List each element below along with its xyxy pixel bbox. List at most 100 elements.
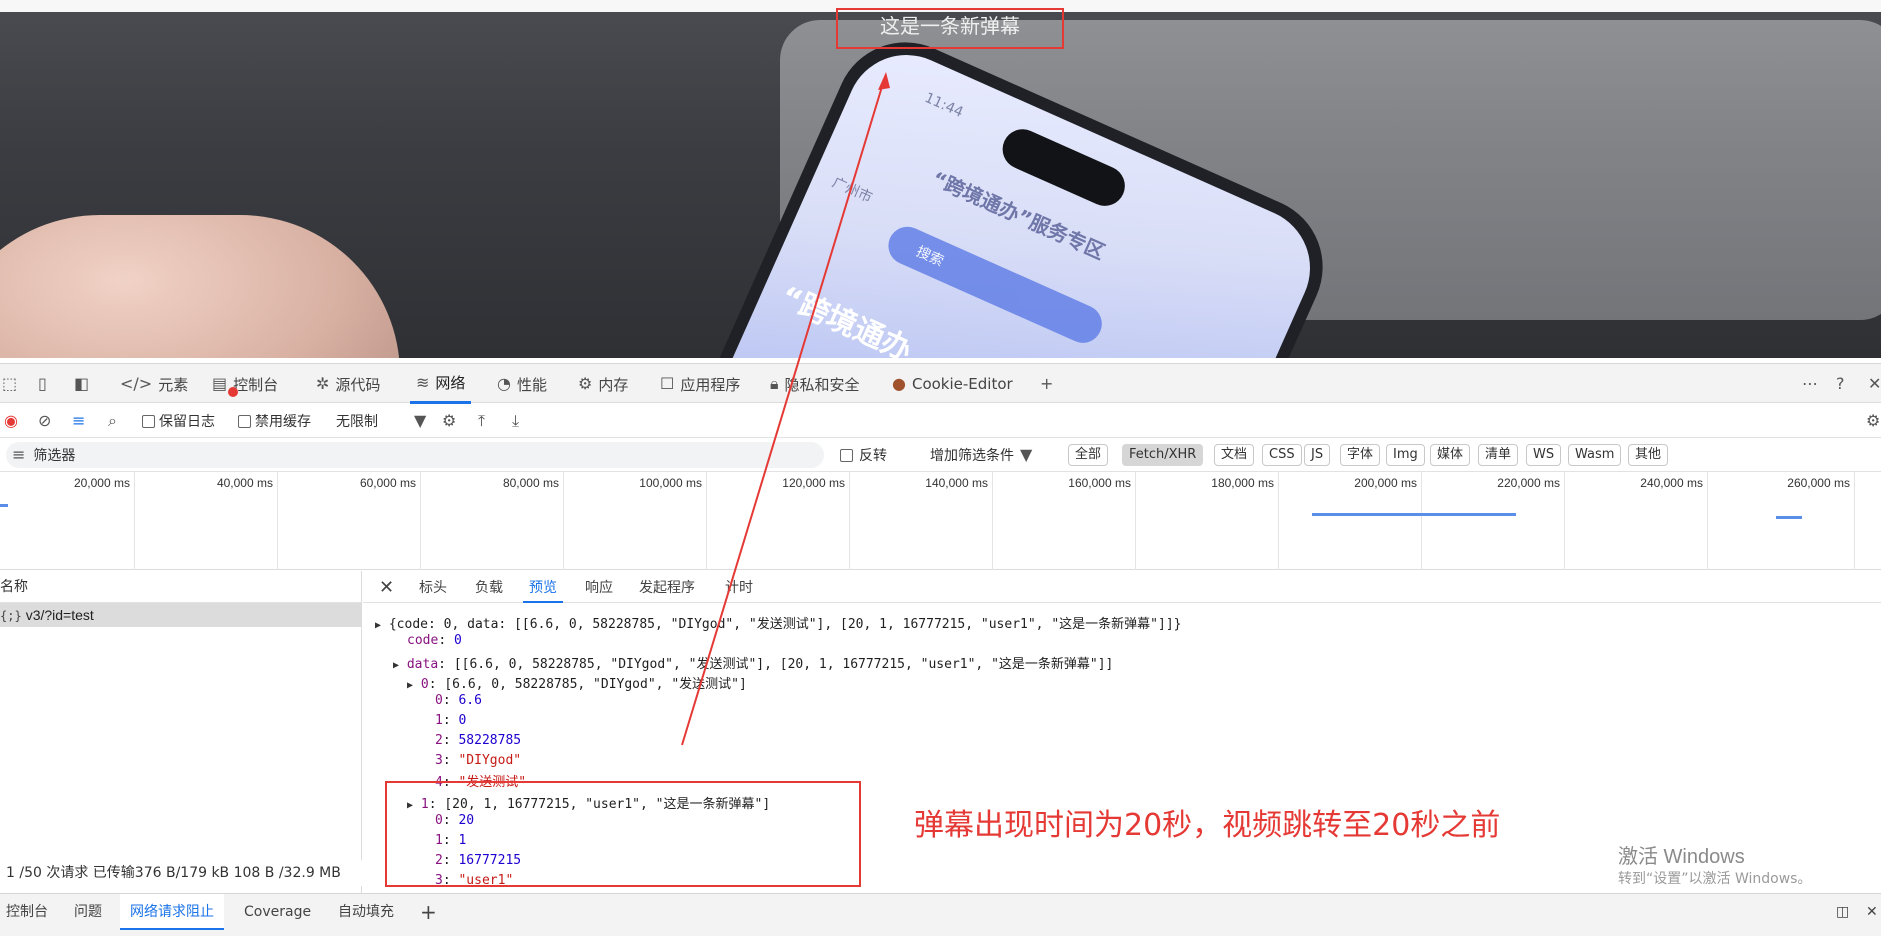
disable-cache-checkbox[interactable]: 禁用缓存: [238, 404, 311, 438]
chip-icon: ⚙: [578, 374, 593, 393]
tab-preview[interactable]: 预览: [523, 571, 563, 603]
error-badge: [228, 387, 238, 397]
app-icon: ☐: [660, 374, 675, 393]
close-icon[interactable]: ✕: [379, 571, 394, 603]
checkbox[interactable]: [238, 414, 251, 428]
json-key: 0: [420, 677, 429, 692]
more-menu-icon[interactable]: ⋯: [1802, 364, 1818, 404]
checkbox[interactable]: [142, 414, 155, 428]
video-player[interactable]: 11:44 “跨境通办”服务专区 广州市 搜索 “跨境通办 繁體 这是一条新弹幕: [0, 0, 1881, 358]
devtools-tabbar: ⬚ ▯ ◧ </> 元素 ▤ 控制台 ✲ 源代码 ≋ 网络 ◔ 性能 ⚙ 内存 …: [0, 363, 1881, 404]
download-icon[interactable]: ⤓: [512, 404, 519, 438]
json-field: 3: "DIYgod": [435, 753, 522, 768]
tab-memory[interactable]: ⚙ 内存: [578, 364, 628, 404]
json-key: code: [407, 633, 439, 648]
chevron-down-icon[interactable]: ▼: [414, 404, 426, 438]
help-icon[interactable]: ?: [1836, 364, 1845, 404]
tab-response[interactable]: 响应: [585, 571, 613, 603]
timeline-tick: 80,000 ms: [421, 472, 564, 570]
type-filter-js[interactable]: JS: [1304, 444, 1331, 466]
filter-input[interactable]: ≡ 筛选器: [6, 442, 824, 468]
type-filter-media[interactable]: 媒体: [1430, 444, 1471, 466]
chevron-down-icon: ▼: [1020, 445, 1033, 464]
dock-drawer-icon[interactable]: ◫: [1836, 894, 1849, 930]
search-icon[interactable]: ⌕: [108, 404, 117, 438]
tab-network[interactable]: ≋ 网络: [410, 364, 472, 404]
json-item0-line[interactable]: ▶ 0: [6.6, 0, 58228785, "DIYgod", "发送测试"…: [407, 673, 747, 692]
device-toggle-icon[interactable]: ▯: [38, 364, 47, 404]
type-filter-wasm[interactable]: Wasm: [1568, 444, 1622, 466]
tab-label: 内存: [598, 375, 629, 394]
drawer-tab-autofill[interactable]: 自动填充: [338, 894, 394, 930]
checkbox[interactable]: [840, 448, 853, 462]
triangle-icon: ▶: [407, 680, 414, 691]
tab-sources[interactable]: ✲ 源代码: [316, 364, 380, 404]
danmu-comment: 这是一条新弹幕: [836, 8, 1064, 49]
network-conditions-icon[interactable]: ⚙: [442, 404, 456, 438]
tab-label: 网络: [435, 374, 466, 392]
tab-payload[interactable]: 负载: [475, 571, 503, 603]
close-drawer-icon[interactable]: ✕: [1866, 894, 1878, 930]
screen: 11:44 “跨境通办”服务专区 广州市 搜索 “跨境通办 繁體 这是一条新弹幕…: [0, 0, 1881, 936]
preserve-log-label: 保留日志: [159, 414, 215, 430]
type-filter-fetch-xhr[interactable]: Fetch/XHR: [1122, 444, 1204, 466]
tab-performance[interactable]: ◔ 性能: [497, 364, 547, 404]
timeline-tick: 40,000 ms: [135, 472, 278, 570]
plus-icon[interactable]: +: [420, 894, 437, 930]
settings-icon[interactable]: ⚙: [1866, 404, 1880, 438]
throttle-select[interactable]: 无限制: [336, 404, 378, 438]
json-value: 0: [458, 713, 467, 728]
add-tab-button[interactable]: +: [1040, 364, 1053, 404]
dock-icon[interactable]: ◧: [74, 364, 89, 404]
type-filter-css[interactable]: CSS: [1262, 444, 1302, 466]
invert-checkbox[interactable]: 反转: [840, 438, 887, 472]
tab-headers[interactable]: 标头: [419, 571, 447, 603]
request-row[interactable]: {;} v3/?id=test: [0, 603, 361, 627]
console-icon: ▤: [212, 374, 228, 393]
tab-timing[interactable]: 计时: [725, 571, 753, 603]
drawer-tab-issues[interactable]: 问题: [74, 894, 102, 930]
timeline-request-bar: [1312, 513, 1516, 516]
inspect-icon[interactable]: ⬚: [2, 364, 17, 404]
requests-name-header[interactable]: 名称: [0, 571, 361, 603]
json-value: [6.6, 0, 58228785, "DIYgod", "发送测试"]: [444, 677, 747, 692]
timeline-tick-label: 40,000 ms: [216, 476, 273, 490]
type-filter-font[interactable]: 字体: [1340, 444, 1381, 466]
network-timeline[interactable]: 20,000 ms 40,000 ms 60,000 ms 80,000 ms …: [0, 472, 1881, 570]
phone-search: 搜索: [913, 243, 946, 270]
type-filter-doc[interactable]: 文档: [1214, 444, 1255, 466]
upload-icon[interactable]: ⤒: [478, 404, 485, 438]
watermark-line1: 激活 Windows: [1618, 846, 1745, 868]
tab-application[interactable]: ☐ 应用程序: [660, 364, 740, 404]
drawer-tab-coverage[interactable]: Coverage: [244, 894, 311, 930]
type-filter-manifest[interactable]: 清单: [1478, 444, 1519, 466]
type-filter-ws[interactable]: WS: [1526, 444, 1562, 466]
close-devtools-icon[interactable]: ✕: [1868, 364, 1881, 404]
tab-label: Cookie-Editor: [911, 375, 1013, 393]
type-filter-other[interactable]: 其他: [1628, 444, 1669, 466]
more-filters-dropdown[interactable]: 增加筛选条件 ▼: [930, 438, 1032, 472]
tab-privacy[interactable]: 🔒︎ 隐私和安全: [770, 364, 860, 404]
timeline-tick-label: 120,000 ms: [782, 476, 845, 490]
timeline-tick-label: 200,000 ms: [1354, 476, 1417, 490]
clear-icon[interactable]: ⊘: [38, 404, 51, 438]
record-icon[interactable]: ◉: [4, 404, 18, 438]
plus-icon: +: [1040, 374, 1054, 393]
tab-initiator[interactable]: 发起程序: [639, 571, 695, 603]
drawer-tab-request-blocking[interactable]: 网络请求阻止: [120, 894, 224, 930]
json-data-line[interactable]: ▶ data: [[6.6, 0, 58228785, "DIYgod", "发…: [393, 653, 1113, 672]
type-filter-img[interactable]: Img: [1386, 444, 1425, 466]
preserve-log-checkbox[interactable]: 保留日志: [142, 404, 215, 438]
filter-toggle-icon[interactable]: ≡: [72, 404, 85, 438]
tab-cookie-editor[interactable]: ● Cookie-Editor: [892, 364, 1013, 404]
json-key: data: [406, 657, 439, 672]
status-bar: 1 /50 次请求 已传输376 B/179 kB 108 B /32.9 MB: [0, 860, 362, 886]
xhr-icon: {;}: [0, 609, 22, 623]
filter-placeholder: 筛选器: [33, 448, 76, 464]
type-filter-all[interactable]: 全部: [1068, 444, 1109, 466]
json-root[interactable]: ▶ {code: 0, data: [[6.6, 0, 58228785, "D…: [375, 613, 1181, 632]
tab-elements[interactable]: </> 元素: [120, 364, 188, 404]
tab-label: 元素: [158, 375, 189, 394]
drawer-tab-console[interactable]: 控制台: [6, 894, 48, 930]
tab-console[interactable]: ▤ 控制台: [212, 364, 278, 404]
